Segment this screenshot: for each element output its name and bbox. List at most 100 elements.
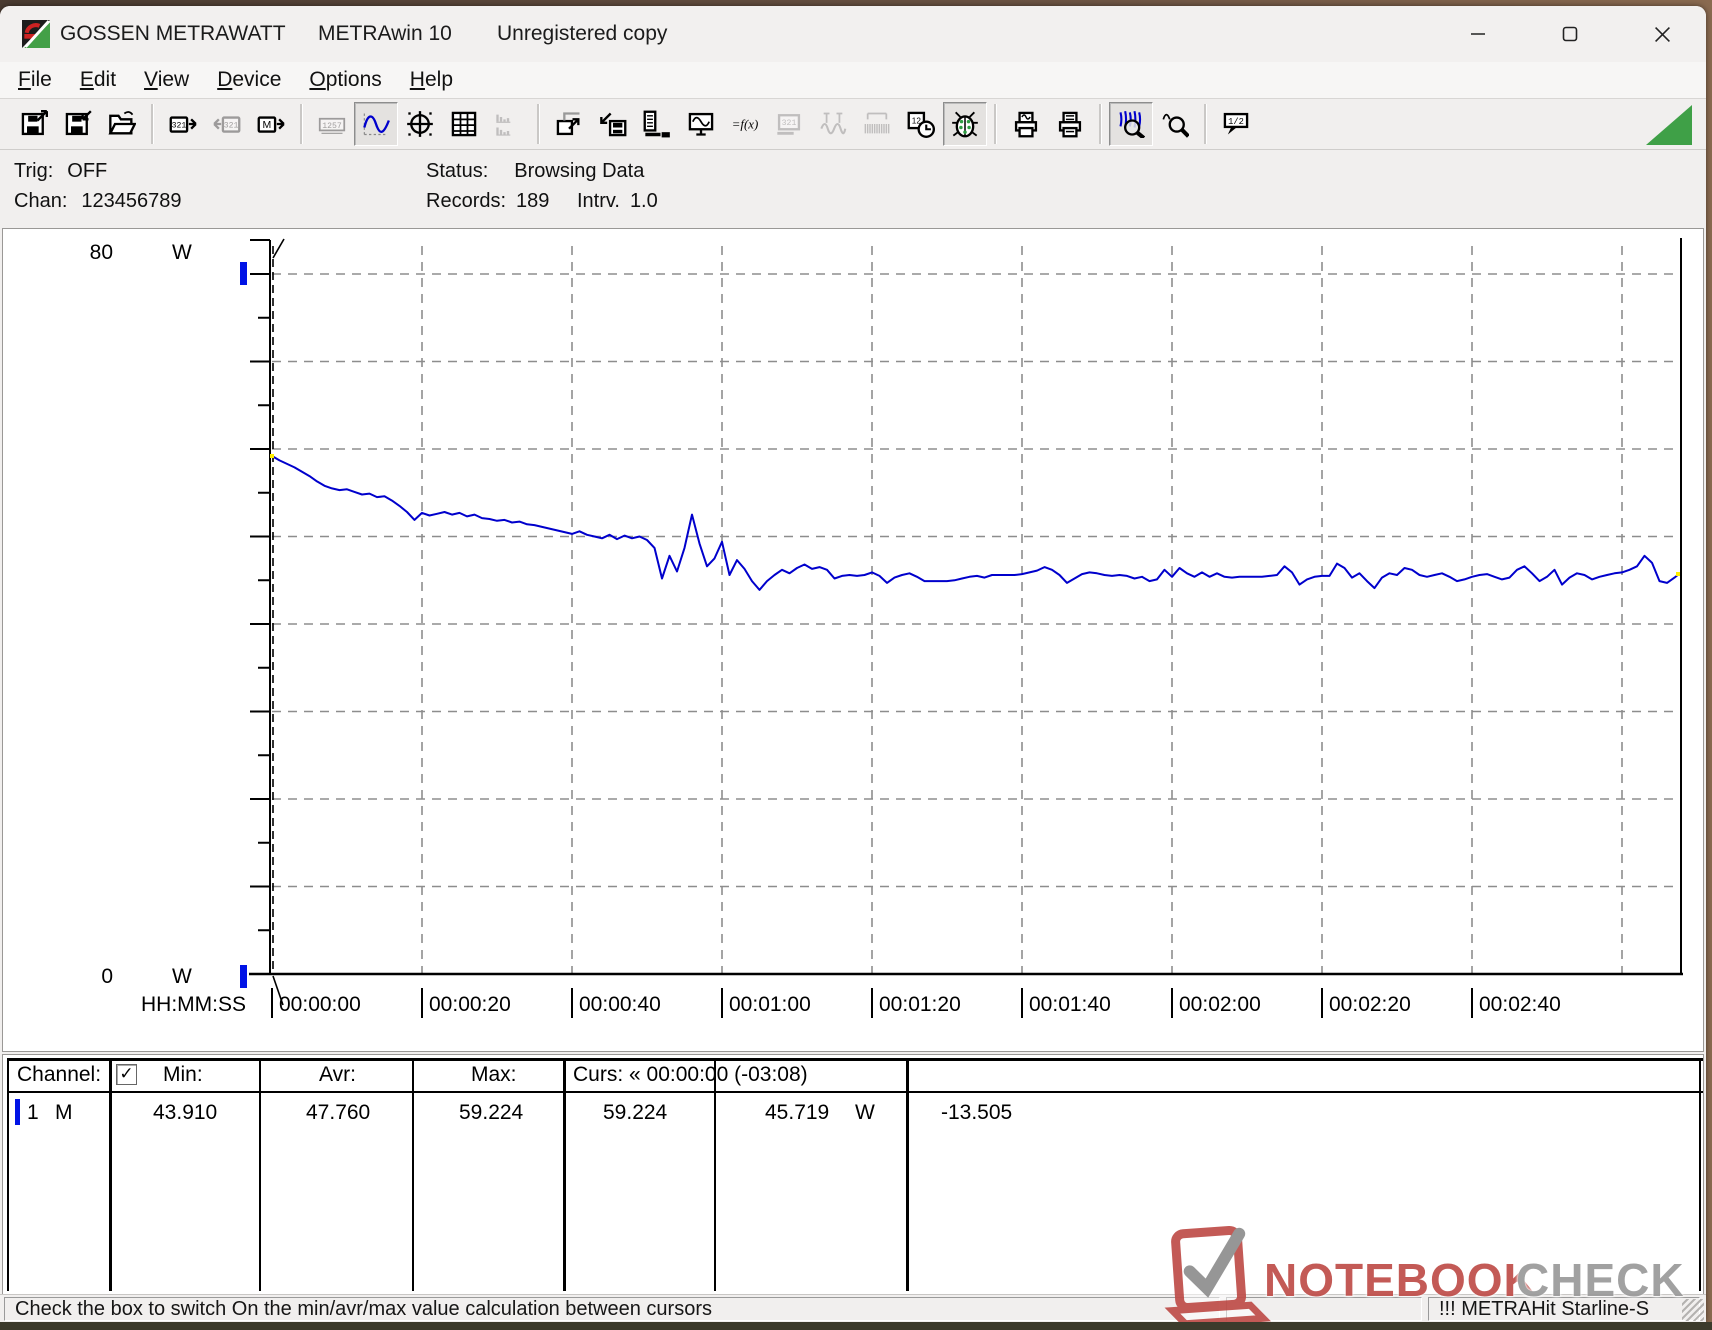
channel-setup-button[interactable]	[635, 102, 679, 146]
y-unit-bottom-label: W	[172, 965, 192, 988]
toolbar-separator	[994, 104, 997, 144]
chan-label: Chan:	[14, 190, 68, 212]
svg-text:=f(x): =f(x)	[732, 118, 758, 132]
print-preview-button[interactable]	[1004, 102, 1048, 146]
device-read-icon: 321	[169, 116, 197, 133]
svg-text:1257: 1257	[322, 122, 342, 131]
trace-end-marker	[1676, 572, 1680, 576]
minmax-checkbox[interactable]: ✓	[116, 1064, 137, 1085]
zoom-lens-button[interactable]	[1153, 102, 1197, 146]
close-icon	[1654, 26, 1670, 42]
toolbar: 321 321 M 1257 =f(x) 321 12 1/2	[0, 98, 1706, 150]
app-window: GOSSEN METRAWATT METRAwin 10 Unregistere…	[0, 6, 1706, 1322]
export-screen-icon	[556, 112, 580, 136]
numeric-display-button: 1257	[310, 102, 354, 146]
col-header-avr: Avr:	[319, 1063, 356, 1086]
x-tick-label: 00:01:40	[1029, 993, 1111, 1016]
minimize-icon	[1471, 33, 1485, 35]
app-logo-icon	[22, 20, 50, 48]
channel-mode: M	[55, 1101, 73, 1124]
open-button[interactable]	[100, 102, 144, 146]
delta-value: -13.505	[941, 1101, 1013, 1124]
max-value: 59.224	[459, 1101, 524, 1124]
svg-text:1/2: 1/2	[1228, 117, 1244, 127]
open-icon	[108, 111, 136, 135]
menu-item-options[interactable]: Options	[295, 68, 395, 92]
power-trace	[271, 455, 1680, 591]
pulse-wave-icon	[864, 112, 890, 134]
menu-item-view[interactable]: View	[130, 68, 203, 92]
print-button[interactable]	[1048, 102, 1092, 146]
y-unit-top-label: W	[172, 241, 192, 264]
trig-label: Trig:	[14, 160, 54, 182]
zoom-trend-icon	[1119, 110, 1145, 138]
channel-range-marker-bottom[interactable]	[240, 965, 247, 988]
meter-display-icon: 321	[777, 114, 801, 135]
x-axis-unit-label: HH:MM:SS	[141, 993, 246, 1016]
xy-scope-button[interactable]	[398, 102, 442, 146]
y-min-label: 0	[101, 965, 113, 988]
toolbar-separator	[1099, 104, 1102, 144]
device-read-button[interactable]: 321	[161, 102, 205, 146]
sine-wave-icon	[820, 112, 847, 135]
x-tick-label: 00:00:00	[279, 993, 361, 1016]
menu-item-edit[interactable]: Edit	[66, 68, 130, 92]
status-value: Browsing Data	[514, 160, 645, 182]
save-button[interactable]	[12, 102, 56, 146]
x-tick-label: 00:00:40	[579, 993, 661, 1016]
records-value: 189	[516, 190, 550, 212]
y-max-label: 80	[90, 241, 113, 264]
trend-chart-panel: 00:00:00 00:00:20 00:00:40 00:01:00 00:01:20…	[2, 228, 1704, 1052]
note-button[interactable]: 1/2	[1214, 102, 1258, 146]
print-preview-icon	[1014, 111, 1038, 138]
col-header-max: Max:	[471, 1063, 517, 1086]
channel-range-marker-top[interactable]	[240, 262, 247, 285]
maximize-button[interactable]	[1538, 6, 1602, 62]
close-button[interactable]	[1630, 6, 1694, 62]
minimize-button[interactable]	[1446, 6, 1510, 62]
export-screen-button[interactable]	[547, 102, 591, 146]
memory-icon: M	[257, 116, 285, 133]
x-tick-label: 00:02:00	[1179, 993, 1261, 1016]
device-write-icon: 321	[213, 116, 241, 133]
statusbar-empty-segment	[1226, 1297, 1422, 1321]
memory-button[interactable]: M	[249, 102, 293, 146]
status-bar: Check the box to switch On the min/avr/m…	[0, 1294, 1706, 1322]
menu-item-help[interactable]: Help	[396, 68, 467, 92]
records-label: Records:	[426, 190, 507, 212]
trend-curve-button[interactable]	[354, 102, 398, 146]
formula-button[interactable]: =f(x)	[723, 102, 767, 146]
title-bar: GOSSEN METRAWATT METRAwin 10 Unregistere…	[0, 6, 1706, 62]
monitor-button[interactable]	[679, 102, 723, 146]
resize-grip[interactable]	[1682, 1299, 1704, 1321]
menu-item-device[interactable]: Device	[203, 68, 295, 92]
channel-number[interactable]: 1	[27, 1101, 39, 1125]
col-header-cursor: Curs: « 00:00:00 (-03:08)	[573, 1063, 808, 1086]
meter-display-button: 321	[767, 102, 811, 146]
document-title: METRAwin 10	[318, 22, 452, 45]
menu-bar: File Edit View Device Options Help	[0, 62, 1706, 98]
bug-button[interactable]	[943, 102, 987, 146]
app-title: GOSSEN METRAWATT	[60, 22, 286, 45]
trig-value: OFF	[67, 160, 108, 182]
save-as-button[interactable]	[56, 102, 100, 146]
table-view-button[interactable]	[442, 102, 486, 146]
interval-label: Intrv.	[576, 190, 620, 212]
green-triangle-watermark	[1646, 105, 1692, 145]
svg-text:321: 321	[172, 122, 187, 131]
maximize-icon	[1562, 26, 1578, 42]
zoom-trend-button[interactable]	[1109, 102, 1153, 146]
numeric-display-icon: 1257	[318, 117, 346, 134]
timer-icon: 12	[907, 111, 935, 138]
svg-text:321: 321	[224, 122, 239, 131]
trend-chart[interactable]: 00:00:00 00:00:20 00:00:40 00:01:00 00:01:20…	[1, 228, 1706, 1054]
trace-start-marker	[270, 454, 274, 458]
device-save-button[interactable]	[591, 102, 635, 146]
svg-text:321: 321	[782, 119, 797, 128]
min-value: 43.910	[153, 1101, 218, 1124]
menu-item-file[interactable]: File	[4, 68, 66, 92]
pulse-wave-button	[855, 102, 899, 146]
channel-setup-icon	[643, 110, 670, 138]
timer-button[interactable]: 12	[899, 102, 943, 146]
print-icon	[1058, 111, 1082, 138]
